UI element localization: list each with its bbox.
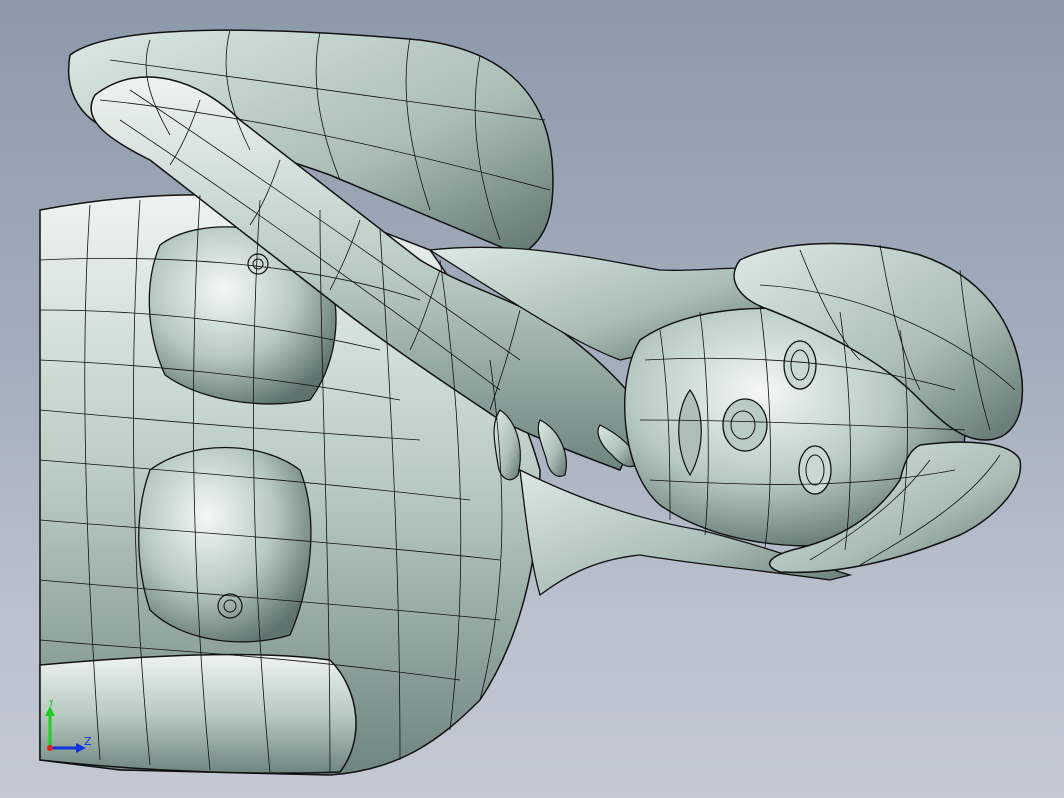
axis-triad: Y Z <box>45 700 92 753</box>
breast-lower-surface <box>138 446 312 643</box>
eye-upper <box>783 340 817 390</box>
graphics-viewport[interactable]: Y Z <box>0 0 1064 798</box>
x-axis-origin <box>47 745 53 751</box>
model-view[interactable] <box>0 0 1064 798</box>
z-axis-label: Z <box>84 735 92 748</box>
eye-lower <box>798 445 832 495</box>
nose <box>722 398 768 452</box>
y-axis-label: Y <box>47 700 55 709</box>
